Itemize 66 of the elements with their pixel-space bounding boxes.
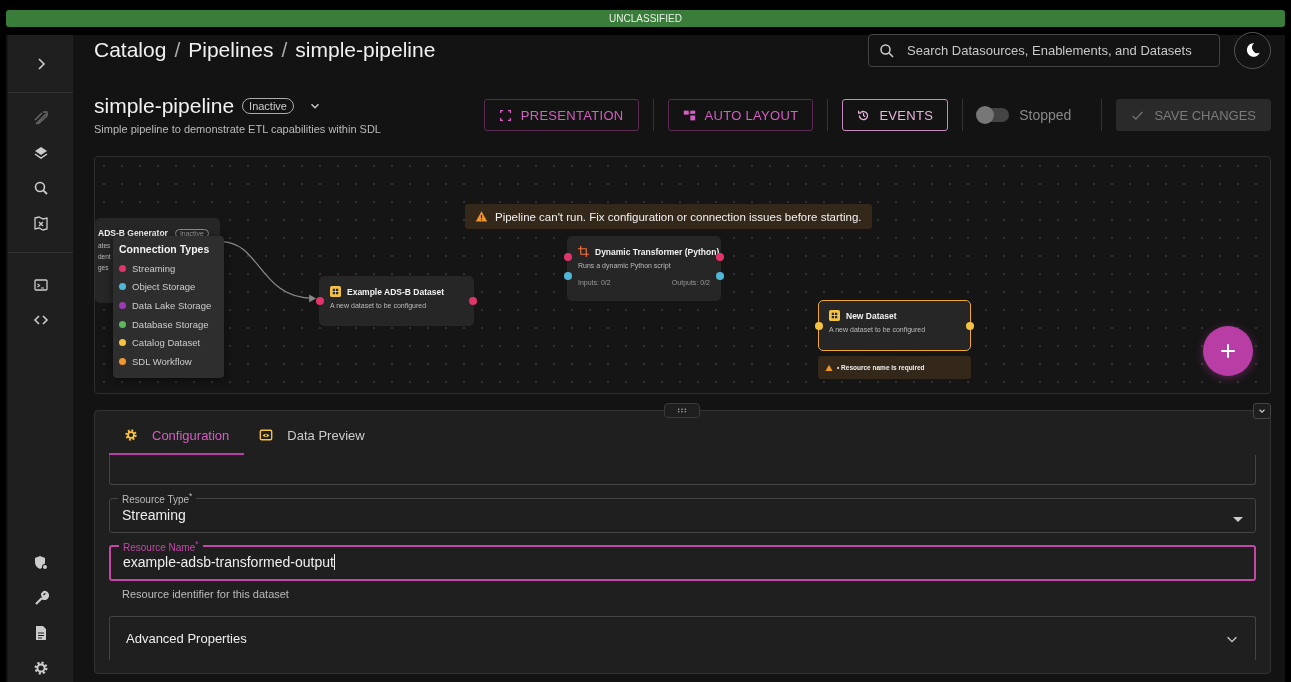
resize-handle[interactable] (664, 403, 700, 418)
terminal-icon[interactable] (32, 277, 49, 293)
panel-tab[interactable]: Configuration (109, 417, 245, 455)
settings-icon[interactable] (32, 660, 49, 676)
text-field[interactable]: Resource Name$^{*}$ example-adsb-transformed-output (109, 539, 1256, 581)
layers-icon[interactable] (32, 145, 49, 161)
toolbar-button[interactable]: AUTO LAYOUT (667, 99, 814, 131)
plus-icon (1219, 342, 1237, 360)
collapse-button[interactable] (1253, 403, 1271, 419)
toggle-switch[interactable] (977, 108, 1010, 122)
port-handle[interactable] (716, 272, 724, 281)
legend-label: Streaming (132, 262, 176, 274)
breadcrumb-item[interactable]: Catalog (94, 38, 167, 62)
breadcrumb-item[interactable]: Pipelines (188, 38, 274, 62)
eye-window-icon (259, 428, 274, 442)
map-icon[interactable] (32, 215, 49, 231)
grid-icon (330, 286, 341, 297)
port-handle[interactable] (564, 252, 572, 261)
port-handle[interactable] (966, 321, 974, 330)
toolbar-button[interactable]: EVENTS (842, 99, 949, 131)
breadcrumb-separator: / (281, 38, 288, 62)
toggle-label: Stopped (1019, 107, 1072, 123)
breadcrumb-separator: / (174, 38, 181, 62)
node-title: ADS-B Generator (98, 228, 168, 238)
search-icon[interactable] (32, 180, 49, 196)
legend-label: Object Storage (132, 281, 196, 293)
select-field[interactable]: Resource Type$^{*}$ Streaming (109, 491, 1256, 533)
breadcrumb-item: simple-pipeline (295, 38, 436, 62)
legend-label: Catalog Dataset (132, 337, 201, 349)
node-title: New Dataset (846, 310, 897, 321)
port-handle[interactable] (815, 321, 823, 330)
legend-label: SDL Workflow (132, 355, 192, 367)
toolbar-button[interactable]: PRESENTATION (483, 99, 639, 131)
pipeline-description: Simple pipeline to demonstrate ETL capabilities within SDL (94, 123, 381, 135)
add-button[interactable] (1203, 326, 1253, 376)
accordion-header[interactable]: Advanced Properties (109, 616, 1256, 660)
port-handle[interactable] (316, 297, 324, 305)
warning-banner: Pipeline can't run. Fix configuration or connection issues before starting. (465, 204, 872, 229)
dropdown-arrow-icon (1233, 517, 1243, 523)
search-field[interactable]: Search Datasources, Enablements, and Datasets (868, 33, 1220, 67)
grip-icon (677, 408, 687, 413)
history-icon (857, 108, 871, 122)
pipeline-title: simple-pipeline (94, 94, 235, 118)
legend-label: Database Storage (132, 318, 209, 330)
grid-icon (829, 310, 840, 321)
field-label: Resource Name$^{*}$ (123, 542, 199, 554)
warning-icon (825, 363, 833, 372)
port-handle[interactable] (469, 297, 477, 305)
gear-icon (124, 428, 138, 442)
layout-icon (682, 108, 696, 122)
port-handle[interactable] (564, 272, 572, 281)
warning-icon (475, 210, 488, 223)
fullscreen-icon (498, 108, 512, 122)
helper-text: Resource identifier for this dataset (122, 588, 290, 600)
crop-icon (578, 246, 589, 257)
text-field[interactable] (109, 455, 1256, 485)
stripes-icon[interactable] (32, 110, 49, 126)
search-icon (879, 42, 895, 59)
shield-icon[interactable] (32, 555, 49, 571)
field-label: Resource Type$^{*}$ (122, 494, 193, 506)
node-title: Example ADS-B Dataset (347, 286, 444, 297)
node-title: Dynamic Transformer (Python) (595, 246, 720, 257)
legend-label: Data Lake Storage (132, 300, 212, 311)
classification-banner: UNCLASSIFIED (6, 10, 1285, 27)
panel-tab[interactable]: Data Preview (244, 417, 380, 455)
legend-title: Connection Types (119, 243, 211, 255)
